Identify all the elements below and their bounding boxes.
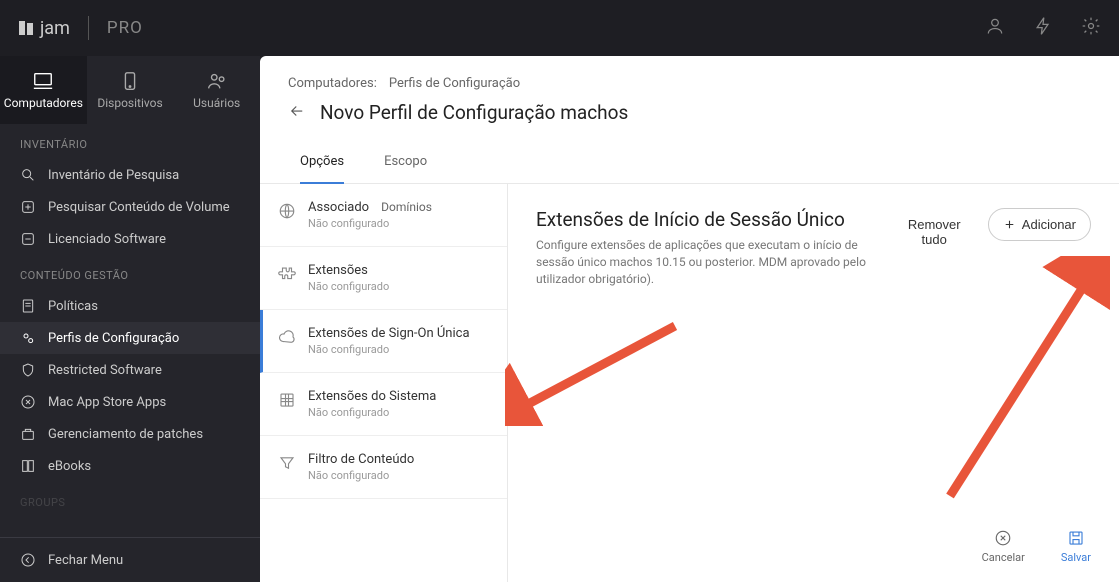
globe-icon [278, 202, 296, 220]
cancel-label: Cancelar [982, 551, 1025, 564]
grid-icon [278, 391, 296, 409]
sidebar-item-label: Políticas [48, 299, 98, 314]
add-button-label: Adicionar [1022, 217, 1076, 232]
arrow-left-circle-icon [20, 552, 36, 568]
sidebar-item-search-inventory[interactable]: Inventário de Pesquisa [0, 159, 260, 191]
breadcrumb-parent: Computadores: [288, 76, 377, 91]
topbar: jam PRO [0, 0, 1119, 56]
brand-tier: PRO [107, 18, 143, 38]
sidebar-item-label: Pesquisar Conteúdo de Volume [48, 200, 230, 215]
sidebar-item-ebooks[interactable]: eBooks [0, 450, 260, 482]
cancel-button[interactable]: Cancelar [982, 529, 1025, 564]
payload-sub: Não configurado [308, 280, 389, 293]
page-title: Novo Perfil de Configuração machos [320, 101, 628, 124]
search-icon [20, 167, 36, 183]
add-button[interactable]: Adicionar [988, 208, 1091, 241]
payload-title: Extensões [308, 263, 389, 278]
detail-description: Configure extensões de aplicações que ex… [536, 237, 875, 287]
gear-icon[interactable] [1081, 16, 1101, 40]
brand-divider [88, 16, 89, 40]
main: Computadores: Perfis de Configuração Nov… [260, 56, 1119, 582]
puzzle-icon [278, 265, 296, 283]
sidebar-item-label: eBooks [48, 459, 91, 474]
sidebar-item-label: Perfis de Configuração [48, 331, 179, 346]
brand-logo: jam [18, 18, 70, 39]
sidebar-item-label: Fechar Menu [48, 553, 123, 568]
payload-extra: Domínios [381, 200, 432, 214]
doc-icon [20, 298, 36, 314]
sidebar-tab-users[interactable]: Usuários [173, 56, 260, 124]
sidebar-item-label: Gerenciamento de patches [48, 427, 203, 442]
payload-title: Extensões de Sign-On Única [308, 326, 470, 341]
user-icon[interactable] [985, 16, 1005, 40]
sidebar-item-licensed[interactable]: Licenciado Software [0, 223, 260, 255]
save-label: Salvar [1061, 551, 1091, 564]
book-icon [20, 458, 36, 474]
detail-pane: Extensões de Início de Sessão Único Conf… [508, 184, 1119, 582]
store-icon [20, 394, 36, 410]
sidebar-footer: Fechar Menu [0, 537, 260, 582]
remove-all-button[interactable]: Remover tudo [891, 208, 978, 256]
detail-heading: Extensões de Início de Sessão Único [536, 208, 875, 231]
sidebar-tab-devices[interactable]: Dispositivos [87, 56, 174, 124]
brand-text: jam [40, 18, 70, 39]
sidebar-item-search-volume[interactable]: Pesquisar Conteúdo de Volume [0, 191, 260, 223]
cloud-icon [278, 328, 296, 346]
payload-content-filter[interactable]: Filtro de Conteúdo Não configurado [260, 436, 507, 499]
sidebar: Computadores Dispositivos Usuários INVEN… [0, 56, 260, 582]
sidebar-tab-label: Dispositivos [97, 96, 162, 110]
payload-system-extensions[interactable]: Extensões do Sistema Não configurado [260, 373, 507, 436]
tab-options[interactable]: Opções [300, 142, 344, 183]
sidebar-section-groups: GROUPS [0, 482, 260, 517]
gears-icon [20, 330, 36, 346]
main-header: Computadores: Perfis de Configuração Nov… [260, 56, 1119, 142]
sidebar-item-restricted[interactable]: Restricted Software [0, 354, 260, 386]
payload-sub: Não configurado [308, 217, 432, 230]
sidebar-tabs: Computadores Dispositivos Usuários [0, 56, 260, 124]
filter-icon [278, 454, 296, 472]
sidebar-section-content: CONTEÚDO GESTÃO [0, 255, 260, 290]
sidebar-close-menu[interactable]: Fechar Menu [0, 538, 260, 582]
patch-icon [20, 426, 36, 442]
sidebar-section-inventory: INVENTÁRIO [0, 124, 260, 159]
sidebar-item-mas[interactable]: Mac App Store Apps [0, 386, 260, 418]
plus-icon [1003, 218, 1016, 231]
license-icon [20, 231, 36, 247]
tabs-row: Opções Escopo [260, 142, 1119, 184]
save-icon [1067, 529, 1085, 547]
payload-extensions[interactable]: Extensões Não configurado [260, 247, 507, 310]
payload-title: Filtro de Conteúdo [308, 452, 414, 467]
sidebar-item-config-profiles[interactable]: Perfis de Configuração [0, 322, 260, 354]
payload-sub: Não configurado [308, 343, 470, 356]
tab-scope[interactable]: Escopo [384, 142, 427, 183]
topbar-left: jam PRO [18, 16, 143, 40]
sidebar-item-label: Mac App Store Apps [48, 395, 166, 410]
payload-title: Associado [308, 200, 369, 215]
sidebar-item-label: Licenciado Software [48, 232, 166, 247]
sidebar-tab-computers[interactable]: Computadores [0, 56, 87, 124]
breadcrumb: Computadores: Perfis de Configuração [288, 76, 1091, 91]
breadcrumb-child[interactable]: Perfis de Configuração [389, 76, 520, 91]
sidebar-tab-label: Usuários [193, 96, 240, 110]
payload-list[interactable]: Associado Domínios Não configurado Exten… [260, 184, 508, 582]
payload-title: Extensões do Sistema [308, 389, 436, 404]
payload-sub: Não configurado [308, 406, 436, 419]
sidebar-item-policies[interactable]: Políticas [0, 290, 260, 322]
save-button[interactable]: Salvar [1061, 529, 1091, 564]
back-button[interactable] [288, 102, 306, 124]
bolt-icon[interactable] [1033, 16, 1053, 40]
sidebar-item-label: Inventário de Pesquisa [48, 168, 179, 183]
sidebar-tab-label: Computadores [4, 96, 83, 110]
shield-icon [20, 362, 36, 378]
close-circle-icon [994, 529, 1012, 547]
payload-associated-domains[interactable]: Associado Domínios Não configurado [260, 184, 507, 247]
sidebar-item-patch[interactable]: Gerenciamento de patches [0, 418, 260, 450]
topbar-right [985, 16, 1101, 40]
sidebar-item-label: Restricted Software [48, 363, 162, 378]
footer-actions: Cancelar Salvar [982, 529, 1091, 564]
payload-sub: Não configurado [308, 469, 414, 482]
payload-sso-extensions[interactable]: Extensões de Sign-On Única Não configura… [260, 310, 507, 373]
apps-icon [20, 199, 36, 215]
